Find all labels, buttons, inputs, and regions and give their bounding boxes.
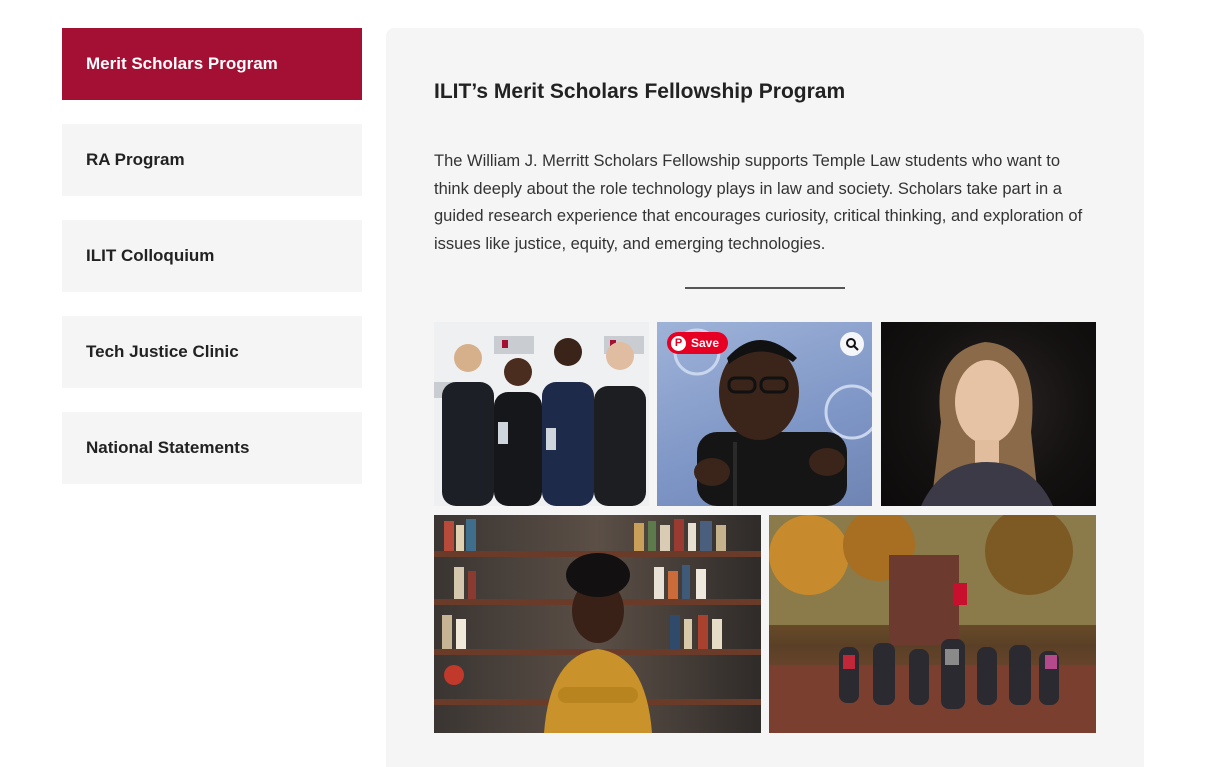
sidebar-item-ra-program[interactable]: RA Program (62, 124, 362, 196)
pinterest-save-button[interactable]: P Save (667, 332, 729, 354)
sidebar-item-national-statements[interactable]: National Statements (62, 412, 362, 484)
sidebar-item-ilit-colloquium[interactable]: ILIT Colloquium (62, 220, 362, 292)
page-title: ILIT’s Merit Scholars Fellowship Program (434, 80, 846, 103)
sidebar-item-label: National Statements (86, 438, 250, 457)
sidebar-nav: Merit Scholars Program RA Program ILIT C… (62, 28, 362, 508)
sidebar-item-label: Merit Scholars Program (86, 54, 278, 73)
sidebar-item-merit-scholars[interactable]: Merit Scholars Program (62, 28, 362, 100)
photo-speaker: P Save (657, 322, 872, 506)
sidebar-item-label: RA Program (86, 150, 185, 169)
pinterest-icon: P (671, 335, 686, 351)
content-panel: ILIT’s Merit Scholars Fellowship Program… (386, 28, 1144, 767)
divider (685, 287, 845, 289)
sidebar-item-label: ILIT Colloquium (86, 246, 215, 265)
photo-campus-walkway (769, 515, 1096, 733)
photo-library-portrait (434, 515, 761, 733)
photo-portrait-woman (881, 322, 1096, 506)
sidebar-item-label: Tech Justice Clinic (86, 342, 239, 361)
program-description: The William J. Merritt Scholars Fellowsh… (434, 152, 1083, 253)
save-label: Save (691, 336, 720, 350)
visual-search-icon[interactable] (840, 332, 864, 356)
photo-award-group (434, 322, 649, 506)
sidebar-item-tech-justice-clinic[interactable]: Tech Justice Clinic (62, 316, 362, 388)
